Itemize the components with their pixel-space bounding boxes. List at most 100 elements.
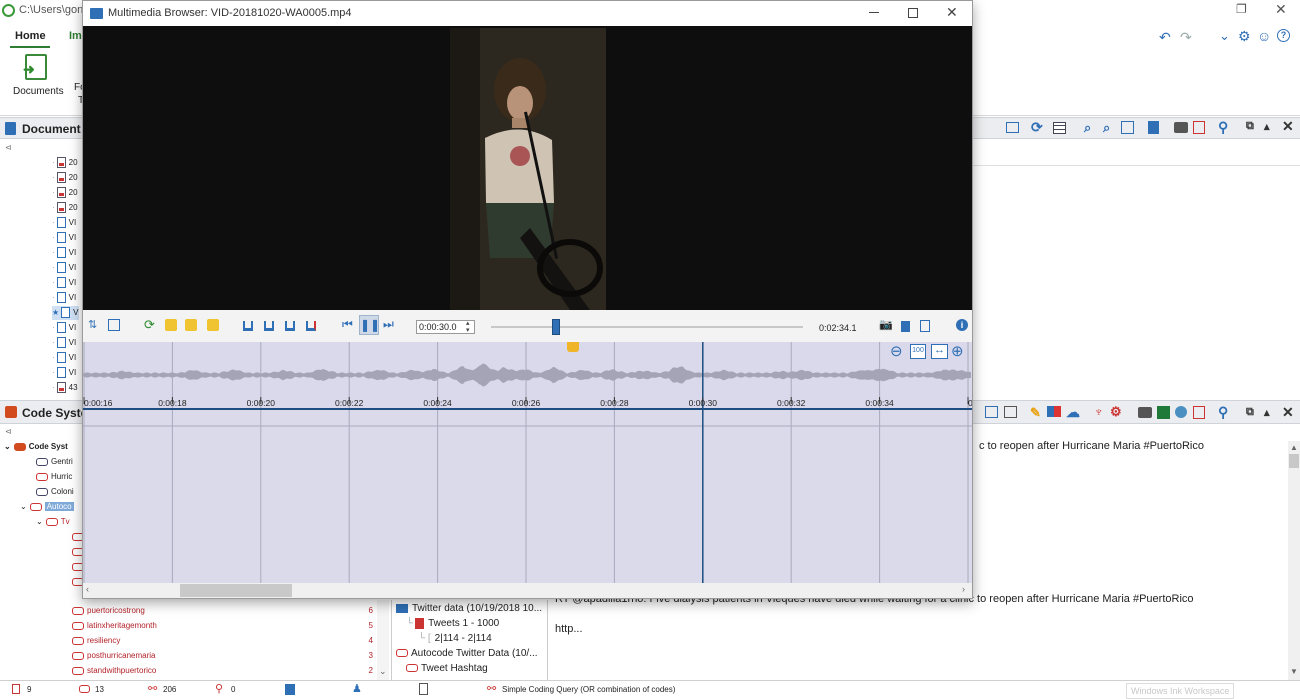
scroll-left-icon[interactable]: ‹ (86, 584, 89, 594)
scroll-down-icon[interactable]: ⌄ (379, 666, 387, 677)
print-icon[interactable] (1174, 122, 1188, 133)
document-item[interactable]: · VI (52, 216, 76, 230)
playhead-marker[interactable] (567, 342, 579, 352)
transcript-icon[interactable] (108, 319, 120, 331)
bookmark-2-icon[interactable] (264, 321, 274, 331)
smiley-icon[interactable]: ☺ (1257, 28, 1271, 44)
segment-group-autocode[interactable]: Autocode Twitter Data (10/... (396, 647, 538, 661)
waveform[interactable]: 0:00:16 0:00:18 0:00:20 0:00:22 0:00:24 0:00:… (83, 342, 972, 410)
minimize-codes-icon[interactable]: ▴ (1264, 406, 1270, 419)
maximize-window-icon[interactable] (908, 8, 918, 18)
segment-group-hashtag[interactable]: Tweet Hashtag (406, 662, 488, 676)
info-icon[interactable]: i (956, 319, 968, 331)
document-item[interactable]: · 20 (52, 201, 78, 215)
expand-chevron-icon[interactable]: ⌄ (4, 442, 11, 451)
export-icon[interactable] (1193, 121, 1205, 134)
document-item[interactable]: · VI (52, 231, 76, 245)
close-icon[interactable]: ✕ (1275, 1, 1287, 18)
pause-button[interactable]: ❚❚ (359, 315, 380, 335)
status-doc-group-icon[interactable] (285, 684, 295, 695)
help-icon[interactable]: ? (1277, 29, 1290, 42)
documents-button[interactable]: ➜ Documents (12, 52, 68, 98)
cloud-icon[interactable]: ☁ (1066, 404, 1080, 421)
globe-icon[interactable] (1175, 406, 1187, 418)
spinner-arrows-icon[interactable]: ▴ ▾ (466, 320, 470, 334)
segment-group-twitter[interactable]: Twitter data (10/19/2018 10... (396, 602, 542, 616)
tab-home[interactable]: Home (13, 30, 48, 42)
close-panel-icon[interactable]: ✕ (1282, 118, 1294, 135)
segment-item[interactable]: └ [2|114 - 2|114 (418, 632, 492, 646)
memo-list-icon[interactable] (207, 319, 219, 331)
code-item[interactable]: posthurricanemaria 3 (72, 649, 377, 663)
code-item[interactable]: standwithpuertorico 2 (72, 664, 377, 678)
code-tree-item[interactable]: ⌄ Code Syst (4, 440, 68, 454)
sync-icon[interactable]: ⟳ (144, 317, 156, 332)
document-text-scrollbar[interactable]: ▲ ▼ (1288, 441, 1300, 680)
document-item[interactable]: · 20 (52, 171, 78, 185)
timeline-horizontal-scrollbar[interactable]: ‹ › (83, 583, 972, 598)
code-item[interactable]: resiliency 4 (72, 634, 377, 648)
zoom-in-icon[interactable]: ⌕ (1084, 120, 1091, 136)
matrix-icon[interactable] (1004, 406, 1017, 418)
h-scroll-thumb[interactable] (180, 584, 292, 597)
bookmark-1-icon[interactable] (243, 321, 253, 331)
timeline-tracks[interactable] (83, 410, 972, 583)
fit-width-icon[interactable]: ↔ (931, 344, 948, 359)
code-gear-icon[interactable]: ⚙ (1110, 404, 1122, 420)
document-item[interactable]: · 43 (52, 381, 78, 395)
zoom-out-icon[interactable]: ⌕ (1103, 120, 1110, 136)
undock-icon[interactable]: ⧉ (1246, 120, 1254, 133)
gear-icon[interactable]: ⚙ (1238, 28, 1251, 45)
segment-group-tweets[interactable]: └ Tweets 1 - 1000 (406, 617, 499, 631)
scroll-thumb[interactable] (1289, 454, 1299, 468)
redo-icon[interactable]: ↷ (1180, 29, 1192, 46)
chevron-down-icon[interactable]: ⌄ (1219, 28, 1230, 44)
table-icon[interactable] (1053, 122, 1066, 134)
document-item[interactable]: · 20 (52, 156, 78, 170)
code-tree-item[interactable]: Coloni (36, 485, 74, 499)
zoom-out-wave-icon[interactable]: ⊖ (890, 342, 903, 360)
close-codes-icon[interactable]: ✕ (1282, 404, 1294, 421)
memo-icon[interactable] (185, 319, 197, 331)
document-item[interactable]: · VI (52, 261, 76, 275)
adjust-icon[interactable]: ⇅ (88, 318, 100, 331)
video-player[interactable] (83, 26, 972, 310)
code-tree-item[interactable]: Hurric (36, 470, 72, 484)
qr-icon[interactable] (1121, 121, 1134, 134)
search-codes-icon[interactable]: ⚲ (1218, 404, 1228, 421)
undock-codes-icon[interactable]: ⧉ (1246, 406, 1254, 419)
scroll-down-text-icon[interactable]: ▼ (1290, 667, 1298, 676)
film-icon[interactable] (1006, 122, 1019, 133)
status-file-icon[interactable] (419, 683, 428, 695)
zoom-in-wave-icon[interactable]: ⊕ (951, 342, 964, 360)
excel-icon[interactable] (1157, 406, 1170, 419)
export-codes-icon[interactable] (1193, 406, 1205, 419)
playback-slider-thumb[interactable] (551, 319, 560, 335)
document-item[interactable]: · VI (52, 321, 76, 335)
code-relations-icon[interactable]: ♆ (1094, 404, 1104, 419)
undo-icon[interactable]: ↶ (1159, 29, 1171, 46)
document-item[interactable]: · VI (52, 336, 76, 350)
edit-icon[interactable] (1148, 121, 1159, 134)
skip-interval-spinner[interactable]: 0:00:30.0 ▴ ▾ (416, 320, 475, 334)
document-item[interactable]: · VI (52, 246, 76, 260)
code-tree-item[interactable]: Gentri (36, 455, 73, 469)
document-item[interactable]: · 20 (52, 186, 78, 200)
code-item[interactable]: puertoricostrong 6 (72, 604, 377, 618)
minimize-window-icon[interactable] (869, 12, 879, 13)
code-tree-item[interactable]: ⌄ Tv (36, 515, 70, 529)
scroll-right-icon[interactable]: › (962, 584, 965, 594)
document-item[interactable]: · VI (52, 351, 76, 365)
code-item[interactable]: latinxheritagemonth 5 (72, 619, 377, 633)
document-item[interactable]: · VI (52, 291, 76, 305)
highlight-icon[interactable]: ✎ (1030, 405, 1041, 421)
zoom-100-icon[interactable]: 100 (910, 344, 926, 359)
save-frame-icon[interactable] (901, 321, 910, 332)
camera-icon[interactable]: 📷 (879, 318, 893, 331)
multimedia-titlebar[interactable]: Multimedia Browser: VID-20181020-WA0005.… (83, 1, 972, 26)
document-item[interactable]: · VI (52, 276, 76, 290)
expand-chevron-icon[interactable]: ⌄ (20, 502, 27, 511)
document-item[interactable]: ★ V (52, 306, 79, 320)
bookmark-3-icon[interactable] (285, 321, 295, 331)
grid-icon[interactable] (985, 406, 998, 418)
